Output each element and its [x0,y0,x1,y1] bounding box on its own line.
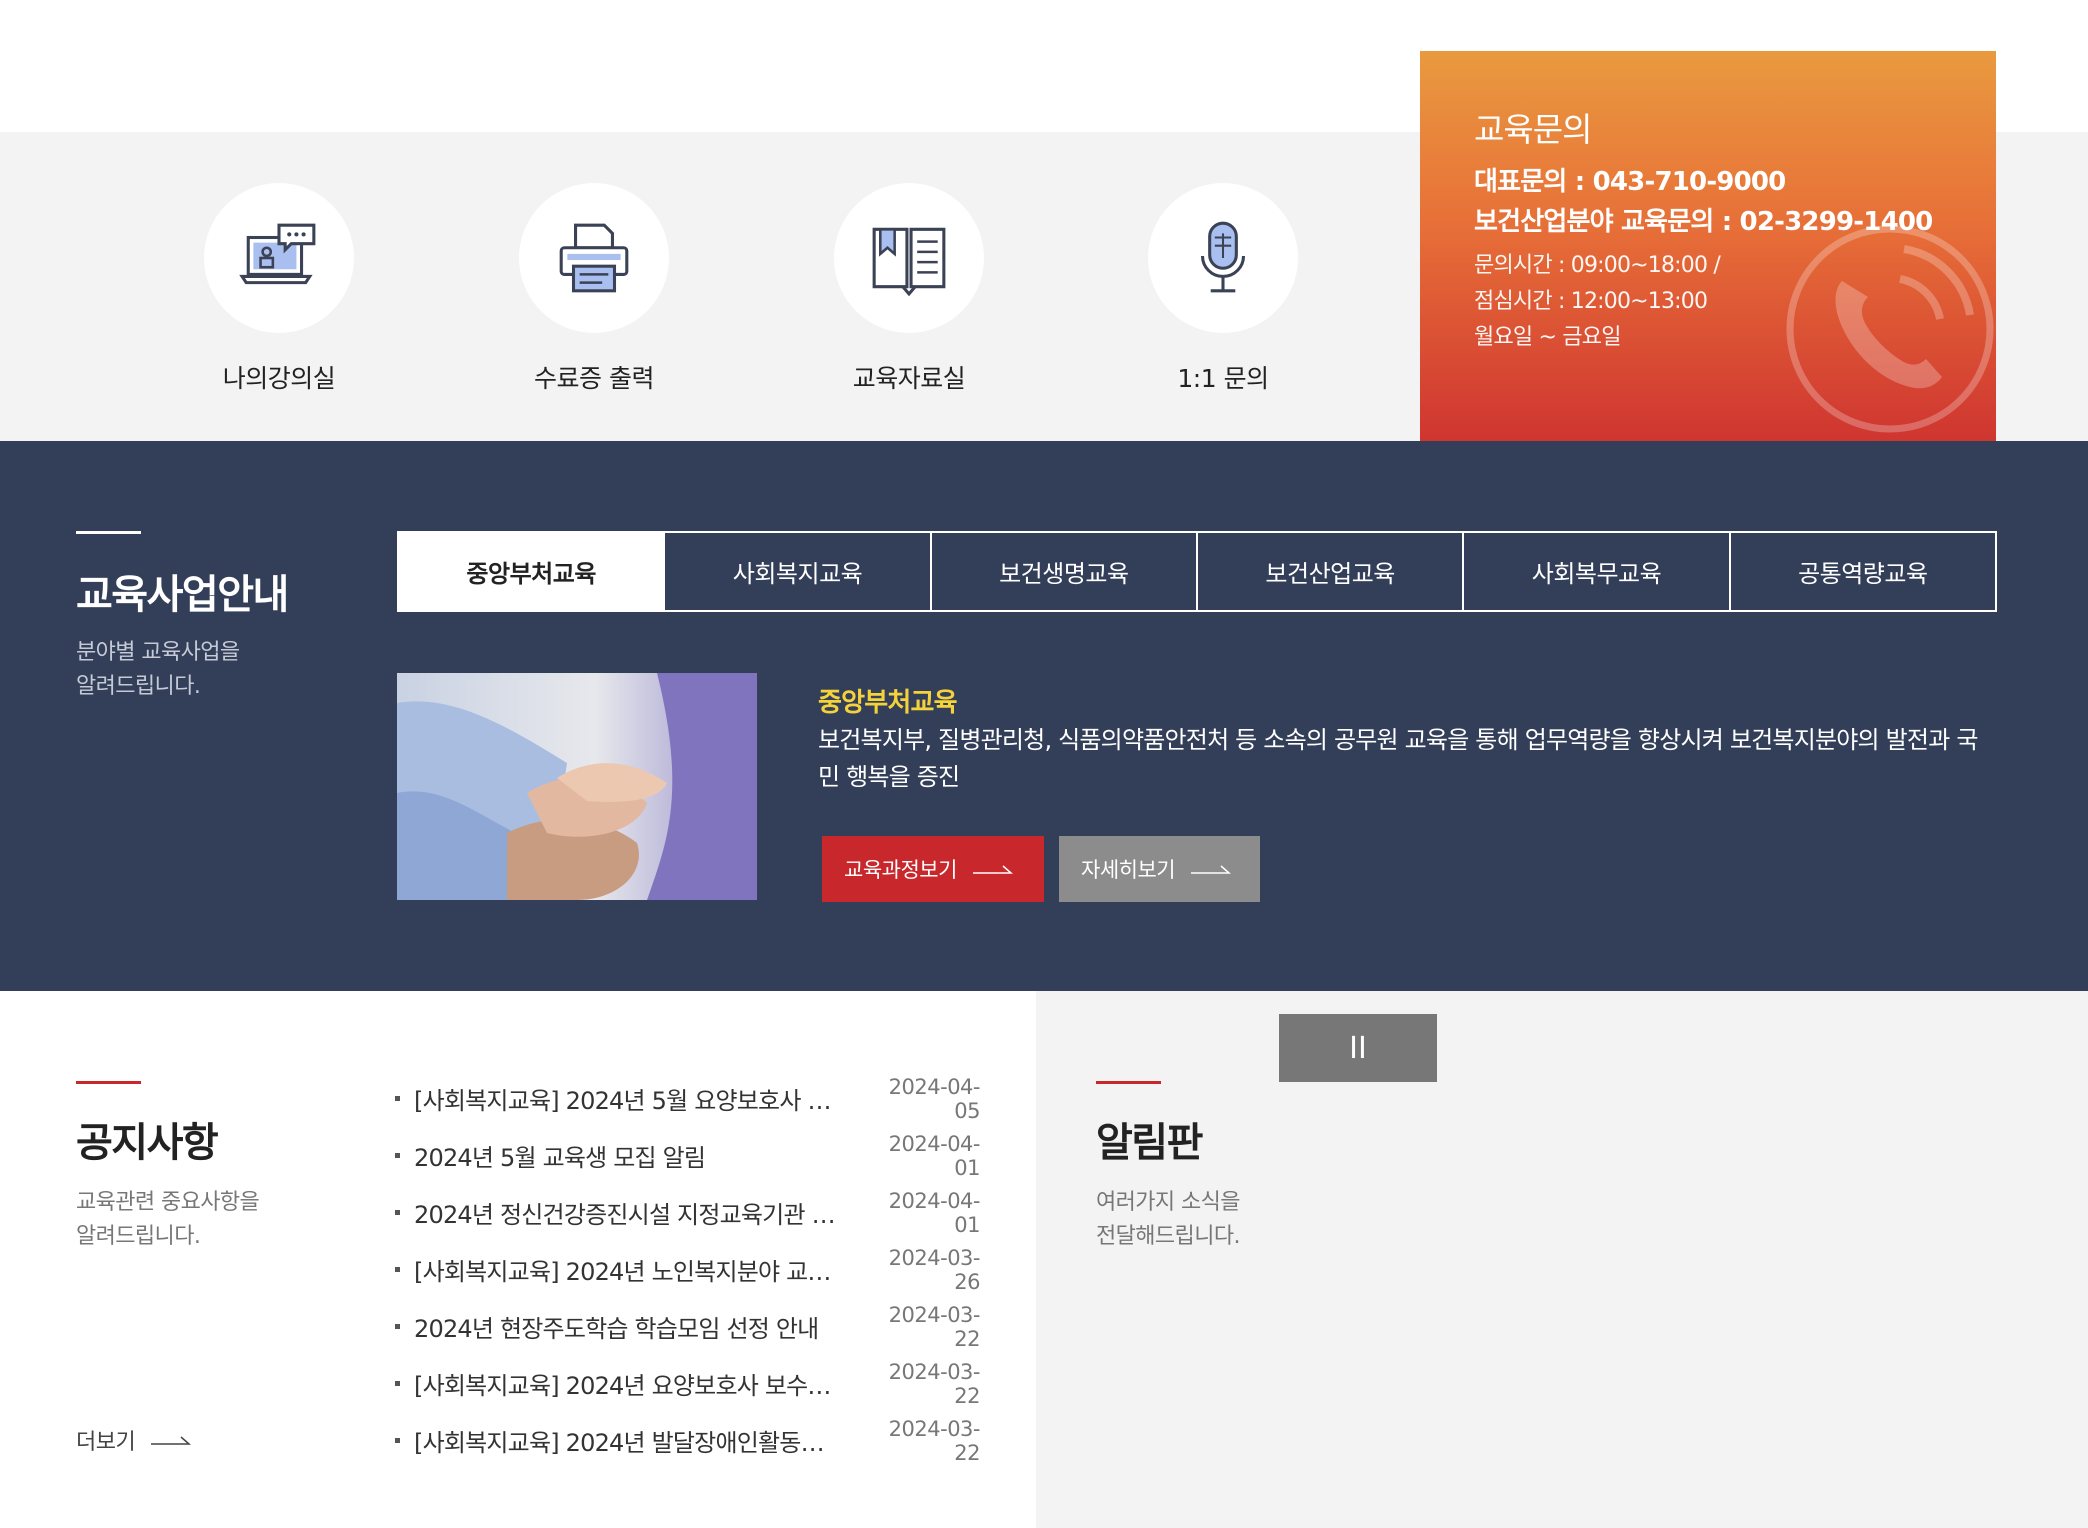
notice-item-date: 2024-04-01 [888,1188,981,1237]
contact-box: 교육문의 대표문의 : 043-710-9000 보건산업분야 교육문의 : 0… [1420,51,1996,441]
notice-item-title[interactable]: [사회복지교육] 2024년 5월 요양보호사 보수교육 안내 [414,1081,870,1116]
notice-item[interactable]: [사회복지교육] 2024년 노인복지분야 교육 안내 2024-03-26 [395,1241,981,1298]
business-desc-line: 알려드립니다. [76,674,201,699]
business-tabs: 중앙부처교육 사회복지교육 보건생명교육 보건산업교육 사회복무교육 공통역량교… [397,531,1997,612]
contact-title: 교육문의 [1474,110,1592,149]
notice-item-date: 2024-04-01 [888,1131,981,1180]
tab-health-industry[interactable]: 보건산업교육 [1198,533,1465,610]
business-title: 교육사업안내 [76,572,289,618]
view-details-label: 자세히보기 [1081,858,1176,882]
quick-link-my-classroom[interactable]: 나의강의실 [189,183,369,395]
bullet [395,1096,400,1101]
quick-link-inquiry[interactable]: 1:1 문의 [1133,183,1313,395]
quick-icon-circle [1148,183,1298,333]
bullet [395,1267,400,1272]
bullet [395,1153,400,1158]
quick-link-certificate[interactable]: 수료증 출력 [504,183,684,395]
notice-item[interactable]: 2024년 5월 교육생 모집 알림 2024-04-01 [395,1127,981,1184]
bullet [395,1438,400,1443]
notice-desc: 교육관련 중요사항을 알려드립니다. [76,1186,260,1254]
quick-icon-circle [204,183,354,333]
notice-item-title[interactable]: 2024년 5월 교육생 모집 알림 [414,1138,870,1173]
notice-item[interactable]: 2024년 현장주도학습 학습모임 선정 안내 2024-03-22 [395,1298,981,1355]
more-label: 더보기 [76,1430,136,1455]
slider-pause-button[interactable]: II [1279,1014,1437,1082]
education-item-desc: 보건복지부, 질병관리청, 식품의약품안전처 등 소속의 공무원 교육을 통해 … [818,726,1978,791]
holding-hands-image [397,673,757,900]
view-courses-label: 교육과정보기 [844,858,957,882]
education-photo [397,673,757,900]
board-section [1036,991,2088,1528]
notice-item[interactable]: [사회복지교육] 2024년 발달장애인활동지원 교육 안내 2024-03-2… [395,1412,981,1469]
business-desc: 분야별 교육사업을 알려드립니다. [76,636,240,704]
laptop-chat-icon [239,223,316,285]
education-item-title: 중앙부처교육 [818,688,958,718]
section-accent-bar [76,1081,141,1084]
view-courses-button[interactable]: 교육과정보기 [822,836,1044,902]
tab-central-ministry[interactable]: 중앙부처교육 [399,533,666,610]
open-book-icon [872,227,946,297]
tab-social-welfare[interactable]: 사회복지교육 [665,533,932,610]
contact-days: 월요일 ~ 금요일 [1474,325,1621,350]
bullet [395,1210,400,1215]
bullet [395,1381,400,1386]
page: 나의강의실 수료증 출력 교육자료실 1:1 문의 교육문의 대표문의: 04… [0,0,2088,1528]
tab-social-service[interactable]: 사회복무교육 [1464,533,1731,610]
notice-item[interactable]: 2024년 정신건강증진시설 지정교육기관 안내 2024-04-01 [395,1184,981,1241]
business-desc-line: 분야별 교육사업을 [76,640,240,665]
tab-health-life[interactable]: 보건생명교육 [932,533,1198,610]
quick-link-materials[interactable]: 교육자료실 [819,183,999,395]
bullet [395,1324,400,1329]
contact-industry-phone: 보건산업분야 교육문의 : 02-3299-1400 [1474,207,1933,237]
quick-icon-circle [834,183,984,333]
board-desc-line: 여러가지 소식을 [1096,1190,1240,1215]
notice-item-title[interactable]: [사회복지교육] 2024년 요양보호사 보수교육 안내 [414,1366,870,1401]
quick-link-label: 교육자료실 [852,364,966,393]
notice-item-title[interactable]: 2024년 정신건강증진시설 지정교육기관 안내 [414,1195,870,1230]
long-arrow-right-icon [1191,865,1232,874]
quick-link-label: 나의강의실 [222,364,336,393]
quick-link-label: 1:1 문의 [1177,364,1269,393]
tab-common-competency[interactable]: 공통역량교육 [1731,533,1995,610]
notice-desc-line: 알려드립니다. [76,1224,201,1249]
board-desc: 여러가지 소식을 전달해드립니다. [1096,1186,1240,1254]
notice-item[interactable]: [사회복지교육] 2024년 5월 요양보호사 보수교육 안내 2024-04-… [395,1070,981,1127]
notice-title: 공지사항 [76,1120,219,1166]
business-section [0,441,2088,991]
notice-item-date: 2024-03-22 [888,1359,981,1408]
phone-icon [1786,225,1994,433]
notice-list: [사회복지교육] 2024년 5월 요양보호사 보수교육 안내 2024-04-… [395,1070,981,1469]
notice-item-title[interactable]: 2024년 현장주도학습 학습모임 선정 안내 [414,1309,870,1344]
quick-icon-circle [519,183,669,333]
notice-desc-line: 교육관련 중요사항을 [76,1190,260,1215]
notice-item[interactable]: [사회복지교육] 2024년 요양보호사 보수교육 안내 2024-03-22 [395,1355,981,1412]
long-arrow-right-icon [972,865,1013,874]
long-arrow-right-icon [151,1436,192,1445]
contact-lunch: 점심시간 : 12:00~13:00 [1474,289,1708,314]
section-accent-bar [1096,1081,1161,1084]
section-accent-bar [76,531,141,534]
notice-item-date: 2024-04-05 [888,1074,981,1123]
board-title: 알림판 [1096,1120,1203,1166]
notice-item-date: 2024-03-22 [888,1416,981,1465]
printer-icon [559,223,629,293]
quick-link-label: 수료증 출력 [534,364,654,393]
contact-main-phone: 대표문의 : 043-710-9000 [1474,167,1786,197]
view-details-button[interactable]: 자세히보기 [1059,836,1260,902]
board-desc-line: 전달해드립니다. [1096,1224,1240,1249]
notice-item-title[interactable]: [사회복지교육] 2024년 노인복지분야 교육 안내 [414,1252,870,1287]
microphone-icon [1200,221,1246,293]
notice-item-title[interactable]: [사회복지교육] 2024년 발달장애인활동지원 교육 안내 [414,1423,870,1458]
notice-more-link[interactable]: 더보기 [76,1424,192,1456]
contact-hours: 문의시간 : 09:00~18:00 / [1474,253,1721,278]
notice-item-date: 2024-03-26 [888,1245,981,1294]
notice-item-date: 2024-03-22 [888,1302,981,1351]
